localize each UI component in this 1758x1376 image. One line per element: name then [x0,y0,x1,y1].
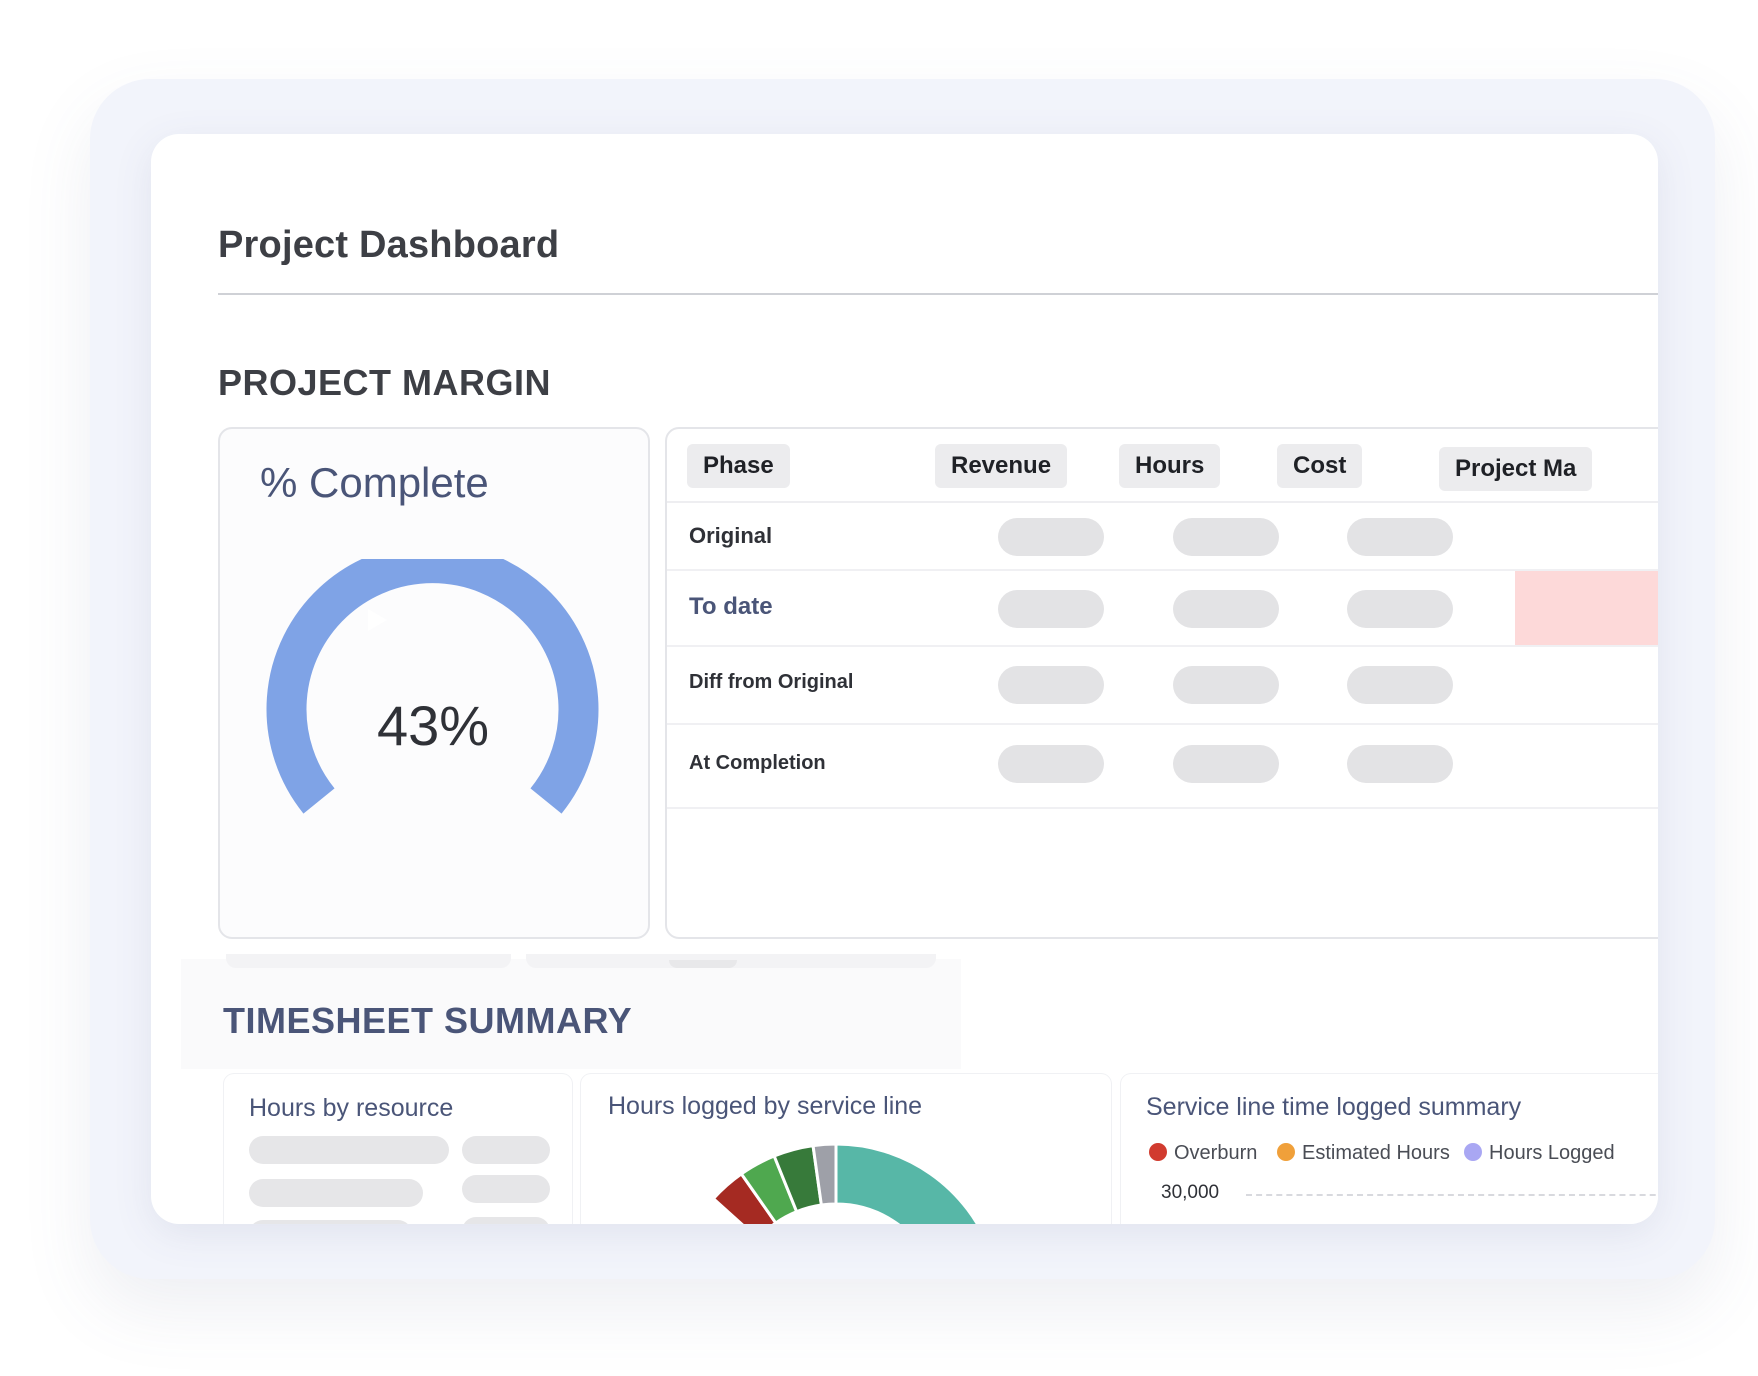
revenue-placeholder [998,745,1104,783]
margin-highlight-cell [1515,571,1658,645]
resource-name-placeholder [249,1179,423,1207]
hours-placeholder [1173,745,1279,783]
faded-handle [669,960,737,968]
overburn-swatch [1149,1143,1167,1161]
page-title: Project Dashboard [218,224,560,266]
hours-by-resource-widget[interactable]: Hours by resource [224,1074,572,1224]
col-header-revenue[interactable]: Revenue [935,444,1068,488]
hours-placeholder [1173,590,1279,628]
percent-complete-gauge: 43% [266,559,599,814]
hours-by-service-line-widget[interactable]: Hours logged by service line [581,1074,1111,1224]
col-header-cost[interactable]: Cost [1277,444,1363,488]
gridline [1246,1194,1658,1196]
service-line-summary-widget[interactable]: Service line time logged summary Overbur… [1121,1074,1658,1224]
revenue-placeholder [998,666,1104,704]
table-row-original[interactable]: Original [667,503,1658,571]
hours-by-resource-title: Hours by resource [249,1094,454,1122]
legend-label: Estimated Hours [1302,1142,1450,1164]
faded-card-edge [226,954,511,968]
row-label-original: Original [689,523,773,548]
legend-item-estimated-hours[interactable]: Estimated Hours [1277,1142,1450,1165]
resource-name-placeholder [249,1220,412,1224]
gauge-arc [266,559,599,814]
y-axis-tick: 30,000 [1161,1182,1220,1203]
hours-logged-line-marker [1241,1222,1321,1224]
revenue-placeholder [998,590,1104,628]
dashboard-window: Project Dashboard PROJECT MARGIN % Compl… [151,134,1658,1224]
gauge-marker-icon [368,609,387,631]
col-header-project-margin[interactable]: Project Ma [1439,447,1593,491]
percent-complete-card[interactable]: % Complete 43% [218,427,650,939]
resource-hours-placeholder [462,1217,550,1224]
cost-placeholder [1347,590,1453,628]
cost-placeholder [1347,518,1453,556]
col-header-phase[interactable]: Phase [687,444,790,488]
percent-complete-title: % Complete [260,459,489,506]
project-margin-heading: PROJECT MARGIN [218,362,552,403]
revenue-placeholder [998,518,1104,556]
table-row-to-date[interactable]: To date [667,571,1658,647]
table-row-at-completion[interactable]: At Completion [667,725,1658,809]
row-label-diff-from-original: Diff from Original [689,671,854,693]
service-line-donut [711,1142,991,1224]
service-line-summary-title: Service line time logged summary [1146,1093,1522,1121]
legend-label: Hours Logged [1489,1142,1615,1164]
title-divider [218,293,1658,295]
legend-item-hours-logged[interactable]: Hours Logged [1464,1142,1615,1165]
dashboard-stage: Project Dashboard PROJECT MARGIN % Compl… [0,0,1758,1376]
row-label-at-completion: At Completion [689,752,826,774]
legend-label: Overburn [1174,1142,1258,1164]
hours-placeholder [1173,518,1279,556]
hours-placeholder [1173,666,1279,704]
resource-hours-placeholder [462,1136,550,1164]
legend-item-overburn[interactable]: Overburn [1149,1142,1257,1165]
timesheet-summary-heading: TIMESHEET SUMMARY [223,1000,633,1041]
cost-placeholder [1347,745,1453,783]
donut-segment[interactable] [834,1142,991,1224]
gauge-value: 43% [377,694,489,757]
resource-hours-placeholder [462,1175,550,1203]
row-label-to-date: To date [689,593,773,620]
hours-logged-swatch [1464,1143,1482,1161]
col-header-hours[interactable]: Hours [1119,444,1221,488]
estimated-hours-swatch [1277,1143,1295,1161]
phase-table: Phase Revenue Hours Cost Project Ma Orig… [665,427,1658,939]
cost-placeholder [1347,666,1453,704]
resource-name-placeholder [249,1136,449,1164]
table-row-diff-from-original[interactable]: Diff from Original [667,647,1658,725]
